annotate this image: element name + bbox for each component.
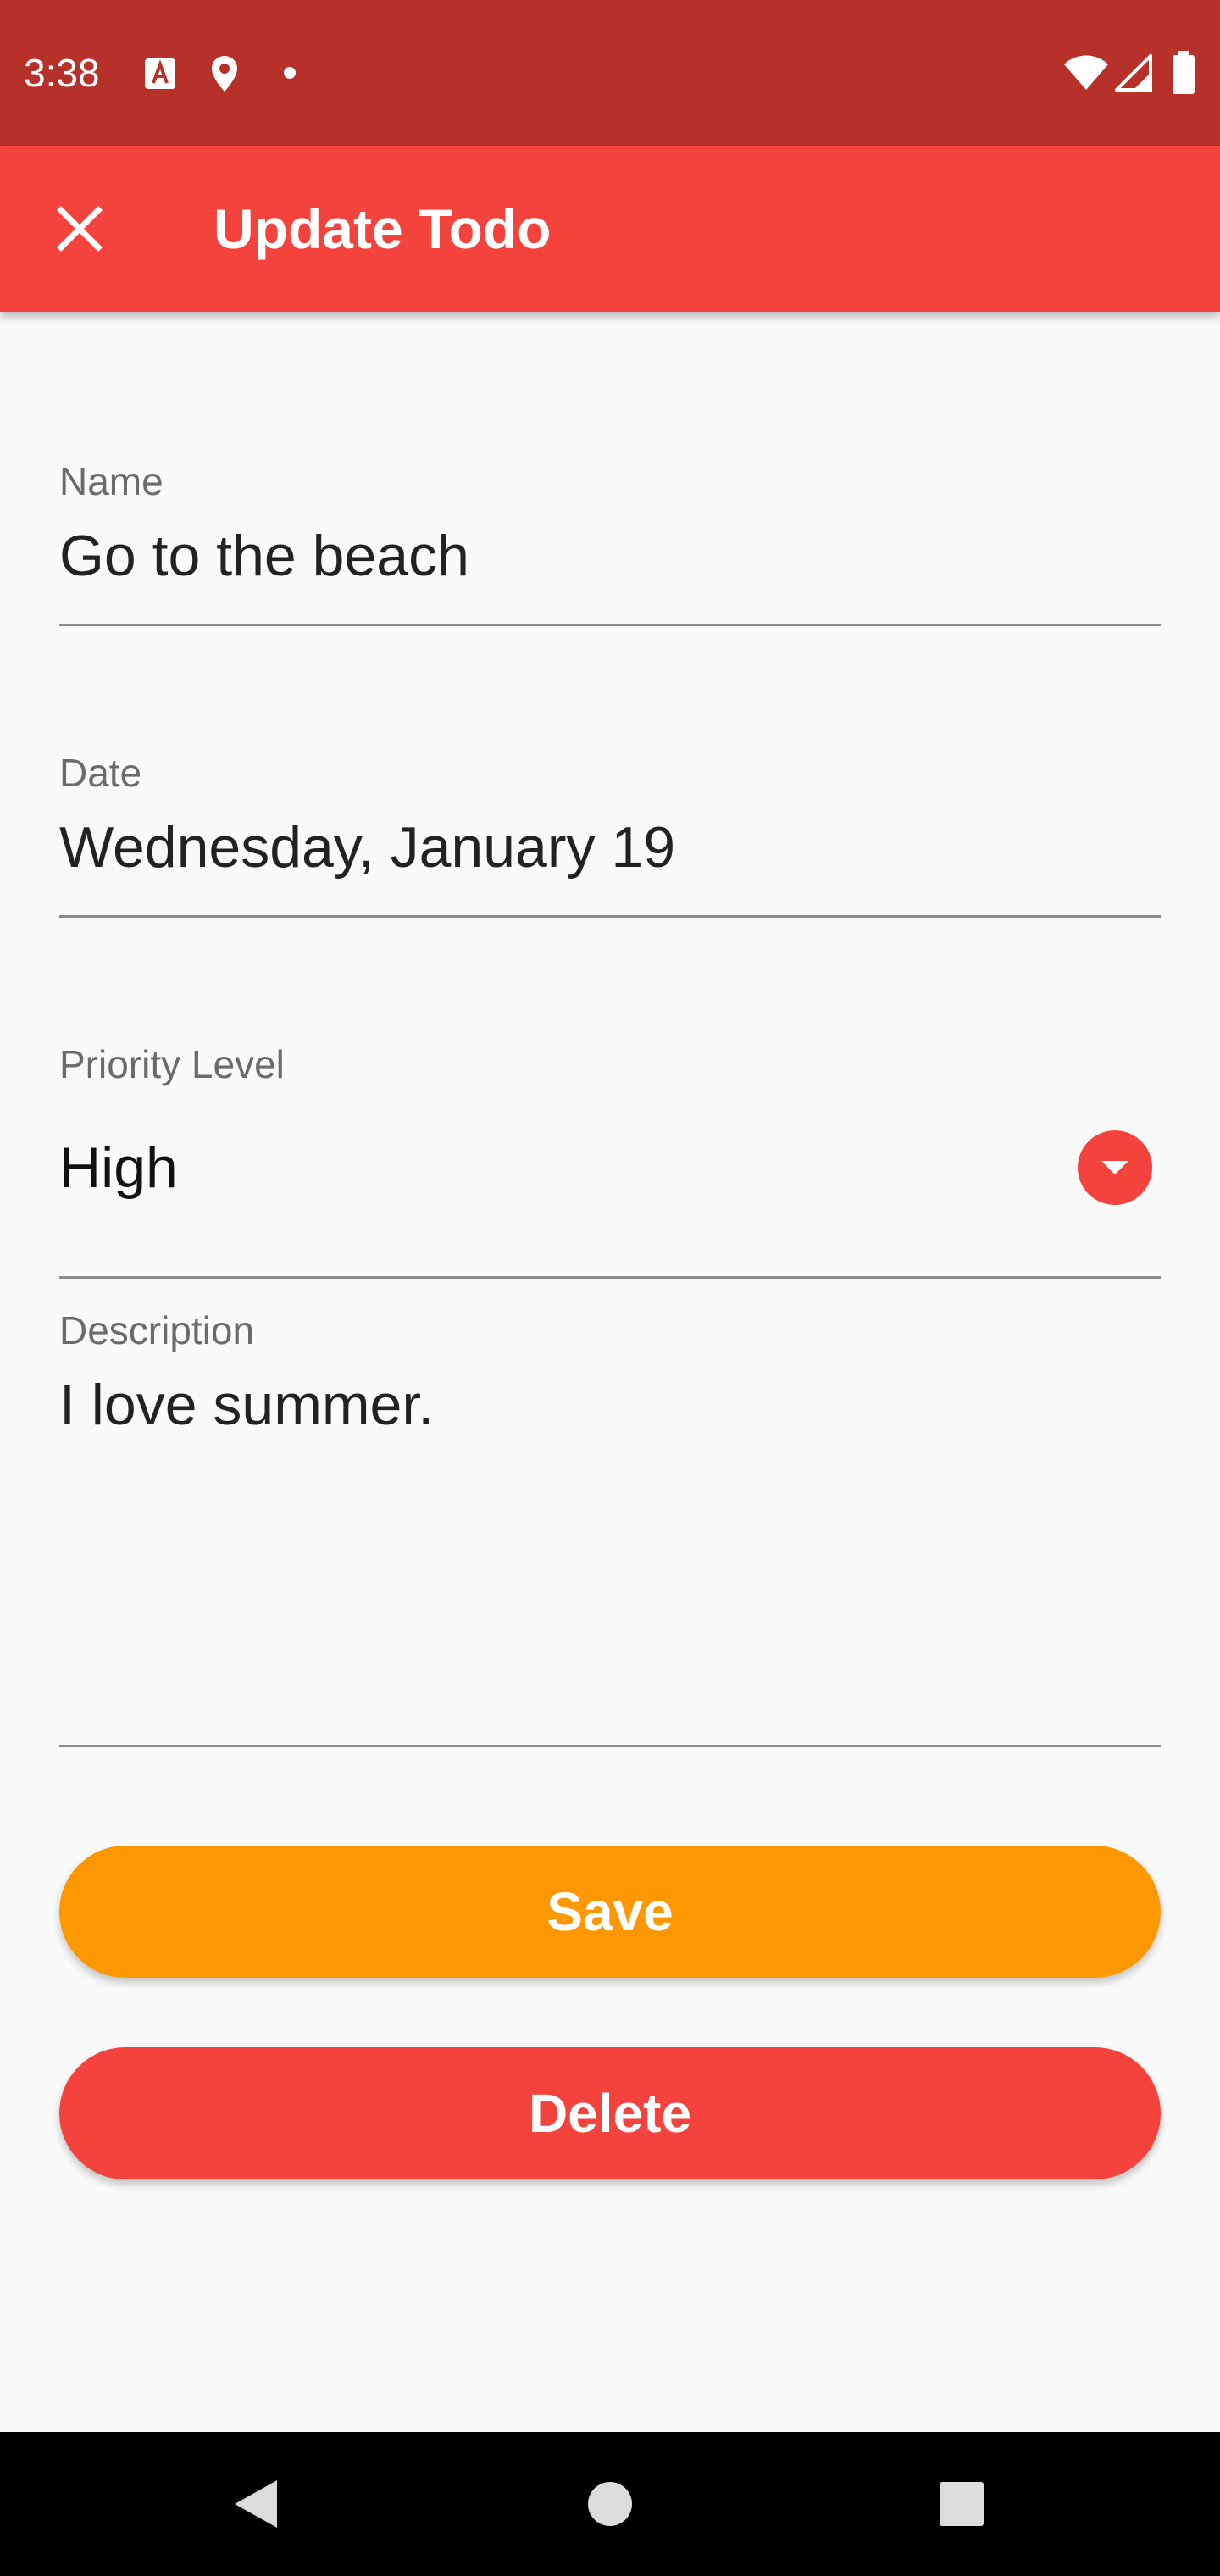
status-time: 3:38 (24, 51, 100, 95)
date-underline (59, 915, 1161, 918)
dot-icon (284, 67, 296, 79)
chevron-down-icon (1101, 1161, 1128, 1174)
update-todo-screen: 3:38 Update Todo Name Go to the beach Da… (0, 0, 1220, 2576)
name-input[interactable]: Go to the beach (59, 522, 469, 590)
cell-signal-icon (1115, 54, 1152, 92)
priority-dropdown-button[interactable] (1078, 1130, 1152, 1205)
battery-icon (1173, 51, 1195, 94)
recents-icon (940, 2482, 984, 2526)
date-label: Date (59, 751, 142, 795)
description-underline (59, 1745, 1161, 1747)
close-icon (57, 206, 103, 252)
priority-selected-value[interactable]: High (59, 1134, 178, 1202)
nav-home-button[interactable] (572, 2466, 648, 2542)
date-field[interactable]: Date Wednesday, January 19 (59, 749, 1161, 919)
close-button[interactable] (37, 186, 122, 271)
back-icon (235, 2480, 277, 2528)
font-a-icon (145, 58, 175, 89)
description-field[interactable]: Description I love summer. (59, 1307, 1161, 1747)
wifi-icon (1064, 55, 1108, 90)
name-underline (59, 624, 1161, 626)
system-nav-bar (0, 2432, 1220, 2576)
nav-recents-button[interactable] (923, 2466, 1000, 2542)
name-label: Name (59, 459, 164, 503)
delete-button[interactable]: Delete (59, 2047, 1161, 2179)
date-input[interactable]: Wednesday, January 19 (59, 813, 675, 881)
priority-label: Priority Level (59, 1042, 285, 1086)
app-bar: Update Todo (0, 146, 1220, 312)
priority-underline (59, 1276, 1161, 1279)
status-bar: 3:38 (0, 0, 1220, 146)
save-button[interactable]: Save (59, 1846, 1161, 1978)
page-title: Update Todo (214, 197, 552, 260)
description-input[interactable]: I love summer. (59, 1371, 434, 1439)
name-field[interactable]: Name Go to the beach (59, 458, 1161, 627)
priority-dropdown[interactable]: Priority Level High (59, 1041, 1161, 1281)
description-label: Description (59, 1308, 255, 1352)
home-icon (588, 2482, 632, 2526)
location-pin-icon (212, 56, 237, 92)
nav-back-button[interactable] (217, 2466, 293, 2542)
